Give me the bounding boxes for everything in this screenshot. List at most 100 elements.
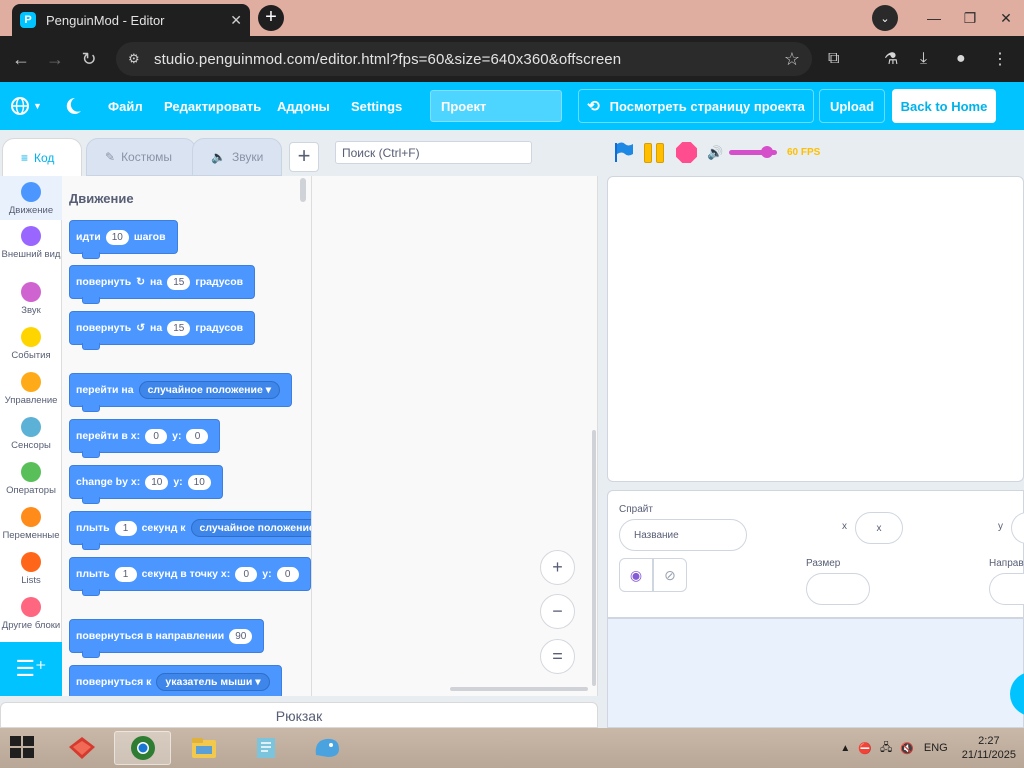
degrees-input[interactable]: 15 (167, 274, 191, 290)
block-point-towards[interactable]: повернуться к указатель мыши (69, 665, 282, 696)
windows-start-icon[interactable] (10, 736, 36, 760)
tray-network-icon[interactable]: 🖧 (880, 739, 892, 758)
labs-flask-icon[interactable]: ⚗ (884, 36, 898, 82)
stop-icon[interactable] (676, 142, 697, 163)
volume-slider-knob[interactable] (761, 146, 774, 158)
x-input[interactable]: 0 (235, 566, 258, 582)
seconds-input[interactable]: 1 (114, 566, 137, 582)
category-sensing[interactable]: Сенсоры (0, 417, 62, 451)
zoom-in-button[interactable]: + (540, 550, 575, 585)
tab-costumes[interactable]: ✎ Костюмы (86, 138, 196, 176)
tray-volume-muted-icon[interactable]: 🔇 (900, 742, 914, 755)
hide-sprite-button[interactable]: ⊘ (653, 558, 687, 592)
pause-button[interactable] (644, 143, 664, 163)
block-search-input[interactable]: Поиск (Ctrl+F) (335, 141, 532, 164)
menu-edit[interactable]: Редактировать (164, 82, 261, 130)
taskbar-notepad-icon[interactable] (237, 731, 294, 765)
zoom-out-button[interactable]: − (540, 594, 575, 629)
zoom-reset-button[interactable]: = (540, 639, 575, 674)
block-goto-xy[interactable]: перейти в x: 0 y: 0 (69, 419, 221, 458)
category-lists[interactable]: Lists (0, 552, 62, 586)
browser-tab[interactable]: P PenguinMod - Editor ✕ (12, 4, 250, 36)
language-menu[interactable]: ▼ (10, 82, 42, 130)
restore-icon[interactable]: ❐ (952, 10, 988, 27)
seconds-input[interactable]: 1 (114, 520, 137, 536)
browser-menu-icon[interactable]: ⋮ (992, 36, 1008, 82)
y-input[interactable]: 0 (186, 428, 209, 444)
back-to-home-button[interactable]: Back to Home (892, 89, 996, 123)
y-position-input[interactable] (1011, 512, 1024, 544)
see-project-page-button[interactable]: ⟲ Посмотреть страницу проекта (578, 89, 814, 123)
address-bar[interactable]: ⚙ studio.penguinmod.com/editor.html?fps=… (116, 42, 812, 76)
direction-input[interactable]: 90 (229, 628, 253, 644)
x-input[interactable]: 0 (145, 428, 168, 444)
url-text[interactable]: studio.penguinmod.com/editor.html?fps=60… (154, 51, 784, 68)
category-motion[interactable]: Движение (0, 176, 62, 220)
green-flag-icon[interactable] (612, 141, 634, 163)
bookmark-star-icon[interactable]: ☆ (784, 49, 800, 70)
tab-sounds[interactable]: 🔈 Звуки (192, 138, 282, 176)
block-point-in-direction[interactable]: повернуться в направлении 90 (69, 619, 265, 658)
category-events[interactable]: События (0, 327, 62, 361)
point-target-dropdown[interactable]: указатель мыши (156, 673, 270, 691)
steps-input[interactable]: 10 (105, 229, 129, 245)
y-input[interactable]: 10 (187, 474, 211, 490)
block-turn-left[interactable]: повернуть ↺ на 15 градусов (69, 311, 256, 350)
taskbar-blue-app-icon[interactable] (298, 731, 355, 765)
taskbar-file-explorer-icon[interactable] (175, 731, 232, 765)
goto-target-dropdown[interactable]: случайное положение (138, 381, 280, 399)
tab-search-icon[interactable]: ⌄ (872, 5, 898, 31)
tab-code[interactable]: ≡ Код (2, 138, 82, 176)
tray-security-icon[interactable]: ⛔ (858, 742, 872, 755)
extensions-icon[interactable]: ⧉ (828, 36, 839, 82)
workspace-vertical-scrollbar[interactable] (592, 430, 596, 686)
category-variables[interactable]: Переменные (0, 507, 62, 541)
direction-input[interactable] (989, 573, 1024, 605)
block-change-by-xy[interactable]: change by x: 10 y: 10 (69, 465, 223, 504)
degrees-input[interactable]: 15 (167, 320, 191, 336)
menu-file[interactable]: Файл (108, 82, 143, 130)
backpack-header[interactable]: Рюкзак (0, 702, 598, 728)
profile-icon[interactable]: ● (956, 36, 966, 82)
show-hidden-icons-icon[interactable]: ▲ (840, 743, 850, 754)
minimize-icon[interactable]: — (916, 10, 952, 26)
add-tab-button[interactable]: + (289, 142, 319, 172)
stage-canvas[interactable] (607, 176, 1024, 482)
forward-arrow-icon[interactable]: → (38, 49, 72, 70)
category-operators[interactable]: Операторы (0, 462, 62, 496)
size-input[interactable] (806, 573, 870, 605)
close-tab-icon[interactable]: ✕ (230, 12, 242, 29)
category-looks[interactable]: Внешний вид (0, 226, 62, 260)
category-my-blocks[interactable]: Другие блоки (0, 597, 62, 631)
volume-icon[interactable]: 🔊 (707, 145, 723, 161)
palette-scrollbar[interactable] (300, 178, 306, 202)
show-sprite-button[interactable]: ◉ (619, 558, 653, 592)
block-glide-to[interactable]: плыть 1 секунд к случайное положение (69, 511, 311, 550)
block-turn-right[interactable]: повернуть ↻ на 15 градусов (69, 265, 256, 304)
category-control[interactable]: Управление (0, 372, 62, 406)
block-glide-to-xy[interactable]: плыть 1 секунд в точку x: 0 y: 0 (69, 557, 311, 596)
x-input[interactable]: 10 (145, 474, 169, 490)
theme-toggle[interactable] (66, 82, 82, 130)
back-arrow-icon[interactable]: ← (4, 49, 38, 70)
taskbar-app-red-icon[interactable] (53, 731, 110, 765)
taskbar-chrome-icon[interactable] (114, 731, 171, 765)
x-position-input[interactable]: x (855, 512, 903, 544)
add-extension-button[interactable]: ☰⁺ (0, 642, 62, 696)
menu-settings[interactable]: Settings (351, 82, 402, 130)
workspace-horizontal-scrollbar[interactable] (450, 687, 588, 691)
window-close-icon[interactable]: ✕ (988, 10, 1024, 27)
sprite-name-input[interactable]: Название (619, 519, 747, 551)
project-title-input[interactable]: Проект (430, 90, 562, 122)
input-language[interactable]: ENG (924, 742, 948, 754)
block-goto[interactable]: перейти на случайное положение (69, 373, 292, 412)
new-tab-button[interactable]: + (258, 5, 284, 31)
site-info-icon[interactable]: ⚙ (128, 51, 150, 67)
clock[interactable]: 2:27 21/11/2025 (962, 734, 1016, 762)
glide-target-dropdown[interactable]: случайное положение (190, 519, 311, 537)
download-icon[interactable]: ⤓ (920, 36, 927, 82)
upload-button[interactable]: Upload (819, 89, 885, 123)
reload-icon[interactable]: ↻ (72, 49, 106, 70)
menu-addons[interactable]: Аддоны (277, 82, 330, 130)
block-move-steps[interactable]: идти 10 шагов (69, 220, 178, 259)
